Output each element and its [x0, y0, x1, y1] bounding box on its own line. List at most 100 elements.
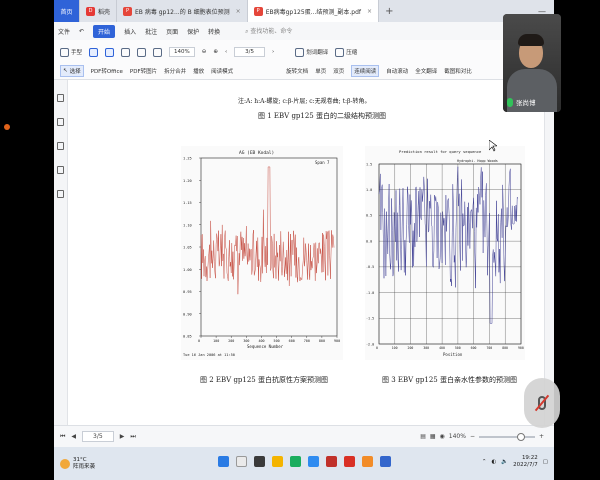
- read-label[interactable]: 阅读模式: [211, 67, 233, 75]
- bookmark-icon[interactable]: [57, 94, 64, 102]
- hand-tool-button[interactable]: 手型: [60, 47, 82, 57]
- pdf-to-image-button[interactable]: [105, 47, 115, 57]
- read-mode-button[interactable]: [153, 47, 163, 57]
- fig3-x-tick-label: 800: [502, 346, 508, 350]
- zoom-select[interactable]: 140%: [169, 47, 195, 57]
- app-icon[interactable]: [362, 456, 373, 467]
- view-mode-icon[interactable]: ▤: [420, 433, 426, 440]
- right-scrollbar[interactable]: [544, 80, 554, 425]
- taskbar-apps: [218, 456, 391, 467]
- webcam-overlay[interactable]: 张尚博: [503, 14, 561, 112]
- menu-file[interactable]: 文件: [58, 27, 70, 36]
- first-page-icon[interactable]: ⏮: [60, 433, 65, 441]
- view-mode-icon[interactable]: ▦: [430, 433, 436, 440]
- figure2-caption: 图 2 EBV gp125 蛋白抗原性方案预测图: [200, 376, 328, 384]
- next-page-icon[interactable]: ▶: [120, 433, 125, 440]
- select-tool-button[interactable]: ↖ 选择: [60, 65, 84, 77]
- pdf-app-icon[interactable]: [344, 456, 355, 467]
- menu-protect[interactable]: 保护: [187, 27, 199, 36]
- rotate-button[interactable]: 旋转文档: [286, 67, 308, 75]
- antigenicity-chart: AG (EB Kodal) Span 7 0.85 0.90 0.95 1.00 1.0…: [181, 146, 343, 360]
- zoom-level: 140%: [448, 433, 466, 440]
- continuous-read-button[interactable]: 连续阅读: [351, 65, 380, 77]
- zoom-out-icon[interactable]: ⊖: [202, 49, 207, 55]
- close-icon[interactable]: ×: [367, 8, 372, 15]
- next-page-icon[interactable]: ›: [272, 49, 274, 55]
- status-page-input[interactable]: 3/5: [82, 431, 114, 442]
- figure1-caption: 图 1 EBV gp125 蛋白的二级结构预测图: [258, 112, 386, 120]
- fig2-y-tick-label: 1.00: [183, 268, 192, 272]
- fig2-title: AG (EB Kodal): [239, 150, 274, 156]
- prev-page-icon[interactable]: ‹: [225, 49, 227, 55]
- tab-home[interactable]: 首页: [54, 0, 80, 22]
- weather-desc: 阵雨来袭: [73, 463, 96, 470]
- translate-word-button[interactable]: 划词翻译: [295, 47, 328, 57]
- pdf-to-office-button[interactable]: [89, 47, 99, 57]
- play-label[interactable]: 播放: [193, 67, 204, 75]
- windows-start-icon[interactable]: [218, 456, 229, 467]
- compress-button[interactable]: 压缩: [335, 47, 357, 57]
- image-icon: [105, 47, 115, 57]
- split-icon: [121, 47, 131, 57]
- split-merge-button[interactable]: [121, 47, 131, 57]
- single-page-button[interactable]: 单页: [315, 67, 326, 75]
- new-tab-button[interactable]: +: [379, 0, 399, 22]
- weather-widget[interactable]: 31°C 阵雨来袭: [54, 457, 95, 471]
- edge-icon[interactable]: [308, 456, 319, 467]
- fig3-x-tick-label: 200: [408, 346, 414, 350]
- translate-all-button[interactable]: 全文翻译: [415, 67, 437, 75]
- undo-icon[interactable]: ↶: [79, 28, 84, 35]
- fig2-x-tick-label: 900: [334, 339, 340, 343]
- fig3-y-tick-label: -1.5: [366, 317, 374, 321]
- close-icon[interactable]: ×: [236, 8, 241, 15]
- split-label[interactable]: 拆分合并: [164, 67, 186, 75]
- double-page-button[interactable]: 双页: [333, 67, 344, 75]
- tab-home-label: 首页: [60, 8, 73, 16]
- pdf-office-label[interactable]: PDF转Office: [91, 67, 123, 75]
- network-icon[interactable]: ◐: [491, 459, 496, 465]
- tab-doc2[interactable]: P EB病毒gp125蛋...结预测_副本.pdf ×: [247, 0, 380, 22]
- page-input[interactable]: 3/5: [234, 47, 266, 57]
- menu-convert[interactable]: 转换: [208, 27, 220, 36]
- task-view-icon[interactable]: [254, 456, 265, 467]
- eye-icon[interactable]: ◉: [440, 433, 445, 440]
- mute-button[interactable]: [524, 378, 560, 428]
- attachment-icon[interactable]: [57, 166, 64, 174]
- wechat-icon[interactable]: [290, 456, 301, 467]
- menu-page[interactable]: 页面: [166, 27, 178, 36]
- notification-icon[interactable]: ▢: [543, 459, 548, 465]
- meeting-app-icon[interactable]: [380, 456, 391, 467]
- zoom-in-icon[interactable]: +: [539, 433, 544, 440]
- wps-icon[interactable]: [326, 456, 337, 467]
- last-page-icon[interactable]: ⏭: [130, 433, 135, 441]
- volume-icon[interactable]: 🔈: [501, 459, 508, 465]
- zoom-out-icon[interactable]: −: [470, 433, 475, 440]
- play-button[interactable]: [137, 47, 147, 57]
- prev-page-icon[interactable]: ◀: [71, 433, 76, 440]
- zoom-in-icon[interactable]: ⊕: [213, 49, 218, 55]
- menu-start[interactable]: 开始: [93, 24, 116, 38]
- tray-expand-icon[interactable]: ⌃: [482, 459, 487, 465]
- thumbnail-icon[interactable]: [57, 118, 64, 126]
- screen: 首页 D 稻壳 P EB 病毒 gp12...的 B 细胞表位预测 × P EB病毒gp…: [54, 0, 554, 480]
- fig2-y-tick-label: 0.85: [183, 335, 192, 339]
- search-command-input[interactable]: ⌕ 查找功能、命令: [245, 26, 292, 36]
- pdf-image-label[interactable]: PDF转图片: [130, 67, 157, 75]
- tab-docer[interactable]: D 稻壳: [80, 0, 118, 22]
- left-sidebar: [54, 80, 68, 425]
- clock-time: 19:22: [521, 455, 538, 461]
- menu-comment[interactable]: 批注: [145, 27, 157, 36]
- zoom-slider[interactable]: [478, 432, 535, 441]
- menu-insert[interactable]: 插入: [124, 27, 136, 36]
- fig2-y-tick-label: 1.25: [183, 157, 192, 161]
- screenshot-compare-button[interactable]: 截图和对比: [444, 67, 472, 75]
- auto-scroll-button[interactable]: 自动滚动: [386, 67, 408, 75]
- comment-icon[interactable]: [57, 142, 64, 150]
- zoom-slider-knob[interactable]: [516, 432, 525, 441]
- file-explorer-icon[interactable]: [272, 456, 283, 467]
- fig2-x-tick-label: 600: [289, 339, 295, 343]
- clock[interactable]: 19:22 2022/7/7: [513, 455, 538, 469]
- search-icon[interactable]: [236, 456, 247, 467]
- tab-doc1[interactable]: P EB 病毒 gp12...的 B 细胞表位预测 ×: [117, 0, 248, 22]
- search-icon[interactable]: [57, 190, 64, 198]
